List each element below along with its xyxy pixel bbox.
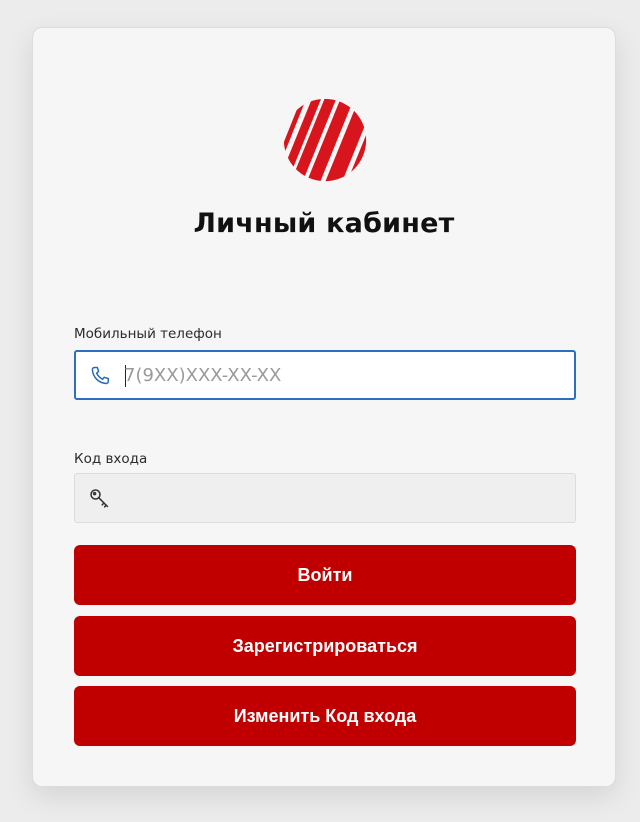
code-field-label: Код входа: [74, 451, 148, 467]
code-field[interactable]: [74, 473, 576, 523]
login-card: Личный кабинет Мобильный телефон Код вхо…: [32, 27, 616, 787]
register-button[interactable]: Зарегистрироваться: [74, 616, 576, 676]
change-code-button[interactable]: Изменить Код входа: [74, 686, 576, 746]
red-sunburst-logo: [283, 98, 367, 182]
phone-field-label: Мобильный телефон: [74, 326, 222, 342]
login-button[interactable]: Войти: [74, 545, 576, 605]
key-icon: [90, 489, 109, 508]
page-title: Личный кабинет: [193, 208, 455, 239]
phone-icon: [91, 366, 110, 385]
phone-field[interactable]: [74, 350, 576, 400]
code-input[interactable]: [123, 474, 563, 522]
phone-input[interactable]: [124, 352, 564, 398]
